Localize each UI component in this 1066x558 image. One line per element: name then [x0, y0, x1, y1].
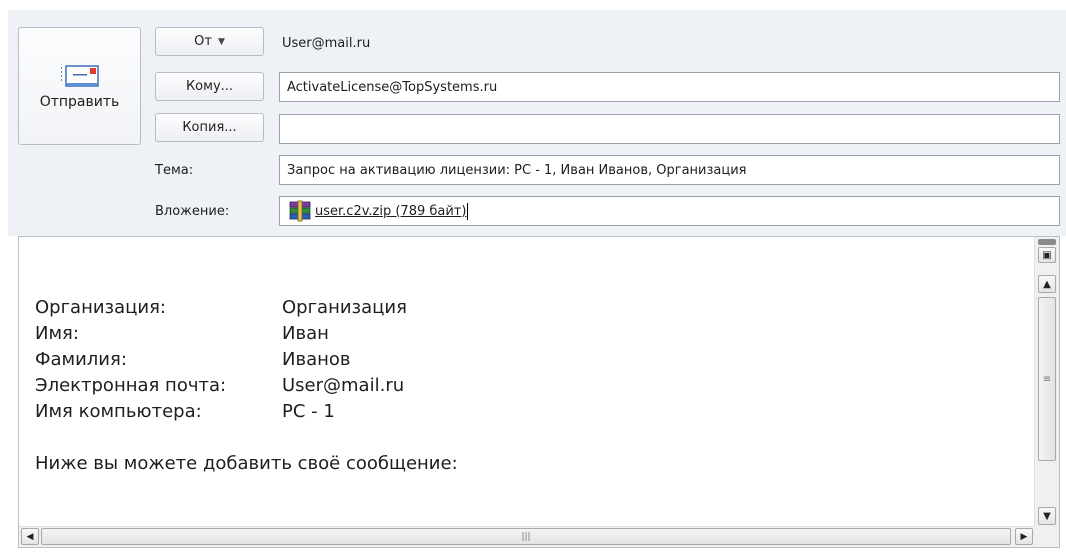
text-cursor — [467, 202, 469, 220]
attachment-label: Вложение: — [155, 204, 230, 219]
body-note: Ниже вы можете добавить своё сообщение: — [35, 453, 458, 474]
body-row: Имя: Иван — [35, 321, 458, 347]
subject-field-value: Запрос на активацию лицензии: PC - 1, Ив… — [287, 162, 747, 178]
chevron-down-icon: ▼ — [217, 36, 225, 47]
body-row-key: Имя: — [35, 323, 79, 344]
to-field-value: ActivateLicense@TopSystems.ru — [287, 79, 498, 95]
cc-button[interactable]: Копия... — [155, 113, 264, 142]
body-row-value: PC - 1 — [282, 401, 335, 422]
body-row-value: Организация — [282, 297, 407, 318]
subject-label: Тема: — [155, 163, 194, 178]
body-row-key: Фамилия: — [35, 349, 127, 370]
send-button-label: Отправить — [39, 94, 120, 110]
scroll-right-button[interactable]: ▶ — [1015, 528, 1033, 545]
body-row: Фамилия: Иванов — [35, 347, 458, 373]
subject-field[interactable]: Запрос на активацию лицензии: PC - 1, Ив… — [279, 155, 1060, 185]
body-row-key: Имя компьютера: — [35, 401, 202, 422]
vertical-scrollbar[interactable]: ▣ ▲ ≡ ▼ — [1034, 237, 1059, 529]
scroll-up-button[interactable]: ▲ — [1038, 275, 1056, 293]
from-value: User@mail.ru — [282, 36, 371, 51]
body-row-key: Организация: — [35, 297, 166, 318]
attachment-field[interactable]: user.c2v.zip (789 байт) — [279, 196, 1060, 226]
attachment-link[interactable]: user.c2v.zip (789 байт) — [315, 204, 466, 219]
split-handle[interactable] — [1038, 239, 1056, 245]
horizontal-scrollbar[interactable]: ◀ ||| ▶ — [19, 526, 1035, 547]
from-button-label: От — [194, 34, 212, 49]
winrar-archive-icon — [289, 200, 311, 222]
to-button[interactable]: Кому... — [155, 72, 264, 101]
message-body[interactable]: Организация: Организация Имя: Иван Фамил… — [18, 236, 1060, 548]
body-row: Организация: Организация — [35, 295, 458, 321]
envelope-send-icon — [60, 65, 99, 87]
body-row: Электронная почта: User@mail.ru — [35, 373, 458, 399]
view-toggle-icon[interactable]: ▣ — [1038, 247, 1056, 263]
body-row-key: Электронная почта: — [35, 375, 227, 396]
send-button[interactable]: Отправить — [18, 27, 141, 145]
scrollbar-corner — [1035, 527, 1059, 547]
to-field[interactable]: ActivateLicense@TopSystems.ru — [279, 72, 1060, 102]
body-row-value: Иванов — [282, 349, 351, 370]
body-row: Имя компьютера: PC - 1 — [35, 399, 458, 425]
to-button-label: Кому... — [185, 79, 234, 94]
message-text: Организация: Организация Имя: Иван Фамил… — [35, 295, 458, 477]
scroll-left-button[interactable]: ◀ — [21, 528, 39, 545]
scroll-down-button[interactable]: ▼ — [1038, 507, 1056, 525]
horizontal-scroll-thumb[interactable]: ||| — [41, 528, 1011, 545]
vertical-scroll-thumb[interactable]: ≡ — [1038, 297, 1056, 461]
body-row-value: Иван — [282, 323, 329, 344]
cc-field[interactable] — [279, 114, 1060, 144]
body-row-value: User@mail.ru — [282, 375, 405, 396]
cc-button-label: Копия... — [182, 120, 237, 135]
from-button[interactable]: От ▼ — [155, 27, 264, 56]
